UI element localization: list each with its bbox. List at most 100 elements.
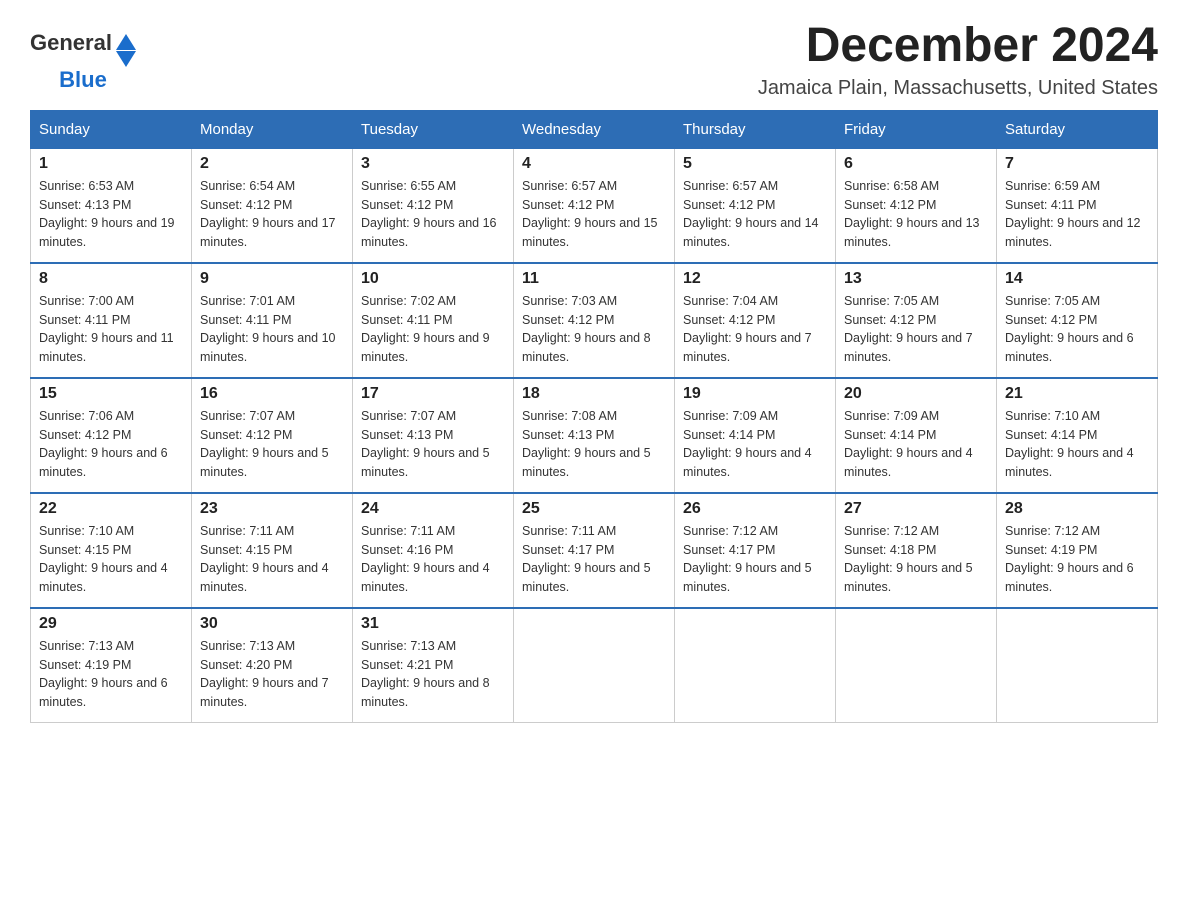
day-number: 11: [522, 270, 666, 288]
day-info: Sunrise: 7:00 AM Sunset: 4:11 PM Dayligh…: [39, 292, 183, 367]
day-info: Sunrise: 7:13 AM Sunset: 4:21 PM Dayligh…: [361, 637, 505, 712]
table-row: 6 Sunrise: 6:58 AM Sunset: 4:12 PM Dayli…: [836, 148, 997, 263]
col-tuesday: Tuesday: [353, 110, 514, 148]
calendar-week-4: 22 Sunrise: 7:10 AM Sunset: 4:15 PM Dayl…: [31, 493, 1158, 608]
day-number: 30: [200, 615, 344, 633]
table-row: 13 Sunrise: 7:05 AM Sunset: 4:12 PM Dayl…: [836, 263, 997, 378]
table-row: 4 Sunrise: 6:57 AM Sunset: 4:12 PM Dayli…: [514, 148, 675, 263]
table-row: 23 Sunrise: 7:11 AM Sunset: 4:15 PM Dayl…: [192, 493, 353, 608]
day-number: 9: [200, 270, 344, 288]
day-number: 14: [1005, 270, 1149, 288]
day-info: Sunrise: 7:11 AM Sunset: 4:16 PM Dayligh…: [361, 522, 505, 597]
day-number: 15: [39, 385, 183, 403]
day-number: 12: [683, 270, 827, 288]
day-info: Sunrise: 7:05 AM Sunset: 4:12 PM Dayligh…: [844, 292, 988, 367]
day-info: Sunrise: 7:12 AM Sunset: 4:19 PM Dayligh…: [1005, 522, 1149, 597]
table-row: 20 Sunrise: 7:09 AM Sunset: 4:14 PM Dayl…: [836, 378, 997, 493]
month-title: December 2024: [758, 20, 1158, 73]
table-row: 16 Sunrise: 7:07 AM Sunset: 4:12 PM Dayl…: [192, 378, 353, 493]
day-info: Sunrise: 7:12 AM Sunset: 4:17 PM Dayligh…: [683, 522, 827, 597]
table-row: 11 Sunrise: 7:03 AM Sunset: 4:12 PM Dayl…: [514, 263, 675, 378]
day-info: Sunrise: 7:07 AM Sunset: 4:12 PM Dayligh…: [200, 407, 344, 482]
day-number: 7: [1005, 155, 1149, 173]
table-row: [514, 608, 675, 723]
col-thursday: Thursday: [675, 110, 836, 148]
day-info: Sunrise: 6:54 AM Sunset: 4:12 PM Dayligh…: [200, 177, 344, 252]
day-number: 19: [683, 385, 827, 403]
calendar-week-3: 15 Sunrise: 7:06 AM Sunset: 4:12 PM Dayl…: [31, 378, 1158, 493]
day-info: Sunrise: 7:02 AM Sunset: 4:11 PM Dayligh…: [361, 292, 505, 367]
table-row: 22 Sunrise: 7:10 AM Sunset: 4:15 PM Dayl…: [31, 493, 192, 608]
table-row: 1 Sunrise: 6:53 AM Sunset: 4:13 PM Dayli…: [31, 148, 192, 263]
calendar-week-2: 8 Sunrise: 7:00 AM Sunset: 4:11 PM Dayli…: [31, 263, 1158, 378]
table-row: [997, 608, 1158, 723]
day-number: 6: [844, 155, 988, 173]
col-monday: Monday: [192, 110, 353, 148]
page-header: General Blue December 2024 Jamaica Plain…: [30, 20, 1158, 100]
logo-triangle-top: [116, 34, 136, 50]
table-row: 8 Sunrise: 7:00 AM Sunset: 4:11 PM Dayli…: [31, 263, 192, 378]
table-row: 31 Sunrise: 7:13 AM Sunset: 4:21 PM Dayl…: [353, 608, 514, 723]
table-row: 19 Sunrise: 7:09 AM Sunset: 4:14 PM Dayl…: [675, 378, 836, 493]
table-row: 25 Sunrise: 7:11 AM Sunset: 4:17 PM Dayl…: [514, 493, 675, 608]
day-info: Sunrise: 7:07 AM Sunset: 4:13 PM Dayligh…: [361, 407, 505, 482]
calendar-header-row: Sunday Monday Tuesday Wednesday Thursday…: [31, 110, 1158, 148]
table-row: 3 Sunrise: 6:55 AM Sunset: 4:12 PM Dayli…: [353, 148, 514, 263]
day-info: Sunrise: 7:11 AM Sunset: 4:15 PM Dayligh…: [200, 522, 344, 597]
day-number: 1: [39, 155, 183, 173]
table-row: 5 Sunrise: 6:57 AM Sunset: 4:12 PM Dayli…: [675, 148, 836, 263]
day-info: Sunrise: 7:01 AM Sunset: 4:11 PM Dayligh…: [200, 292, 344, 367]
day-info: Sunrise: 7:04 AM Sunset: 4:12 PM Dayligh…: [683, 292, 827, 367]
day-number: 16: [200, 385, 344, 403]
location-subtitle: Jamaica Plain, Massachusetts, United Sta…: [758, 77, 1158, 100]
day-number: 20: [844, 385, 988, 403]
day-number: 3: [361, 155, 505, 173]
day-info: Sunrise: 7:10 AM Sunset: 4:15 PM Dayligh…: [39, 522, 183, 597]
table-row: [836, 608, 997, 723]
col-wednesday: Wednesday: [514, 110, 675, 148]
table-row: 17 Sunrise: 7:07 AM Sunset: 4:13 PM Dayl…: [353, 378, 514, 493]
day-number: 24: [361, 500, 505, 518]
table-row: 29 Sunrise: 7:13 AM Sunset: 4:19 PM Dayl…: [31, 608, 192, 723]
day-number: 8: [39, 270, 183, 288]
day-info: Sunrise: 6:53 AM Sunset: 4:13 PM Dayligh…: [39, 177, 183, 252]
calendar-week-5: 29 Sunrise: 7:13 AM Sunset: 4:19 PM Dayl…: [31, 608, 1158, 723]
table-row: 18 Sunrise: 7:08 AM Sunset: 4:13 PM Dayl…: [514, 378, 675, 493]
day-info: Sunrise: 7:12 AM Sunset: 4:18 PM Dayligh…: [844, 522, 988, 597]
day-info: Sunrise: 6:55 AM Sunset: 4:12 PM Dayligh…: [361, 177, 505, 252]
logo: General Blue: [30, 30, 136, 93]
day-number: 22: [39, 500, 183, 518]
day-number: 13: [844, 270, 988, 288]
day-number: 2: [200, 155, 344, 173]
day-number: 23: [200, 500, 344, 518]
day-info: Sunrise: 7:10 AM Sunset: 4:14 PM Dayligh…: [1005, 407, 1149, 482]
table-row: 15 Sunrise: 7:06 AM Sunset: 4:12 PM Dayl…: [31, 378, 192, 493]
day-info: Sunrise: 7:08 AM Sunset: 4:13 PM Dayligh…: [522, 407, 666, 482]
day-info: Sunrise: 7:13 AM Sunset: 4:19 PM Dayligh…: [39, 637, 183, 712]
day-info: Sunrise: 6:57 AM Sunset: 4:12 PM Dayligh…: [683, 177, 827, 252]
table-row: 9 Sunrise: 7:01 AM Sunset: 4:11 PM Dayli…: [192, 263, 353, 378]
table-row: 27 Sunrise: 7:12 AM Sunset: 4:18 PM Dayl…: [836, 493, 997, 608]
table-row: 2 Sunrise: 6:54 AM Sunset: 4:12 PM Dayli…: [192, 148, 353, 263]
table-row: [675, 608, 836, 723]
day-number: 25: [522, 500, 666, 518]
day-info: Sunrise: 7:03 AM Sunset: 4:12 PM Dayligh…: [522, 292, 666, 367]
day-info: Sunrise: 6:59 AM Sunset: 4:11 PM Dayligh…: [1005, 177, 1149, 252]
day-info: Sunrise: 7:05 AM Sunset: 4:12 PM Dayligh…: [1005, 292, 1149, 367]
table-row: 10 Sunrise: 7:02 AM Sunset: 4:11 PM Dayl…: [353, 263, 514, 378]
day-number: 28: [1005, 500, 1149, 518]
day-number: 31: [361, 615, 505, 633]
logo-general-text: General: [30, 30, 112, 56]
table-row: 30 Sunrise: 7:13 AM Sunset: 4:20 PM Dayl…: [192, 608, 353, 723]
logo-icon: General Blue: [30, 30, 136, 93]
table-row: 26 Sunrise: 7:12 AM Sunset: 4:17 PM Dayl…: [675, 493, 836, 608]
day-number: 17: [361, 385, 505, 403]
day-number: 18: [522, 385, 666, 403]
day-info: Sunrise: 6:57 AM Sunset: 4:12 PM Dayligh…: [522, 177, 666, 252]
table-row: 12 Sunrise: 7:04 AM Sunset: 4:12 PM Dayl…: [675, 263, 836, 378]
day-number: 4: [522, 155, 666, 173]
logo-triangle-bottom: [116, 51, 136, 67]
day-number: 29: [39, 615, 183, 633]
day-info: Sunrise: 6:58 AM Sunset: 4:12 PM Dayligh…: [844, 177, 988, 252]
table-row: 28 Sunrise: 7:12 AM Sunset: 4:19 PM Dayl…: [997, 493, 1158, 608]
